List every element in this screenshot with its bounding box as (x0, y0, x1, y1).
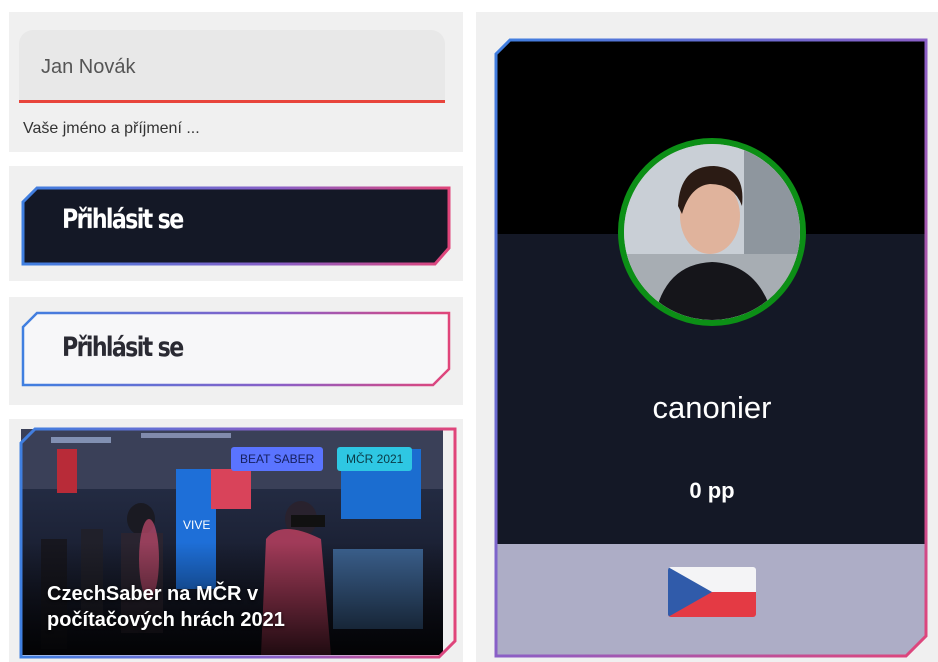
profile-pp: 0 pp (689, 478, 735, 503)
login-button-outline-panel: Přihlásit se (9, 297, 463, 405)
login-button-filled-label: Přihlásit se (62, 204, 184, 235)
news-title[interactable]: CzechSaber na MČR v počítačových hrách 2… (47, 581, 347, 633)
login-button-panel: Přihlásit se (9, 166, 463, 281)
avatar[interactable] (618, 138, 806, 326)
name-helper-text: Vaše jméno a příjmení ... (23, 120, 200, 137)
name-field-container[interactable] (19, 30, 445, 103)
tag-beat-saber[interactable]: BEAT SABER (231, 447, 324, 471)
name-input[interactable] (41, 52, 421, 82)
czech-flag-icon (668, 567, 756, 617)
name-field-panel: Vaše jméno a příjmení ... (9, 12, 463, 152)
login-button-outline-label: Přihlásit se (62, 332, 184, 363)
tag-mcr-2021[interactable]: MČR 2021 (337, 447, 413, 471)
profile-username: canonier (652, 390, 772, 425)
profile-card-panel (476, 12, 938, 662)
